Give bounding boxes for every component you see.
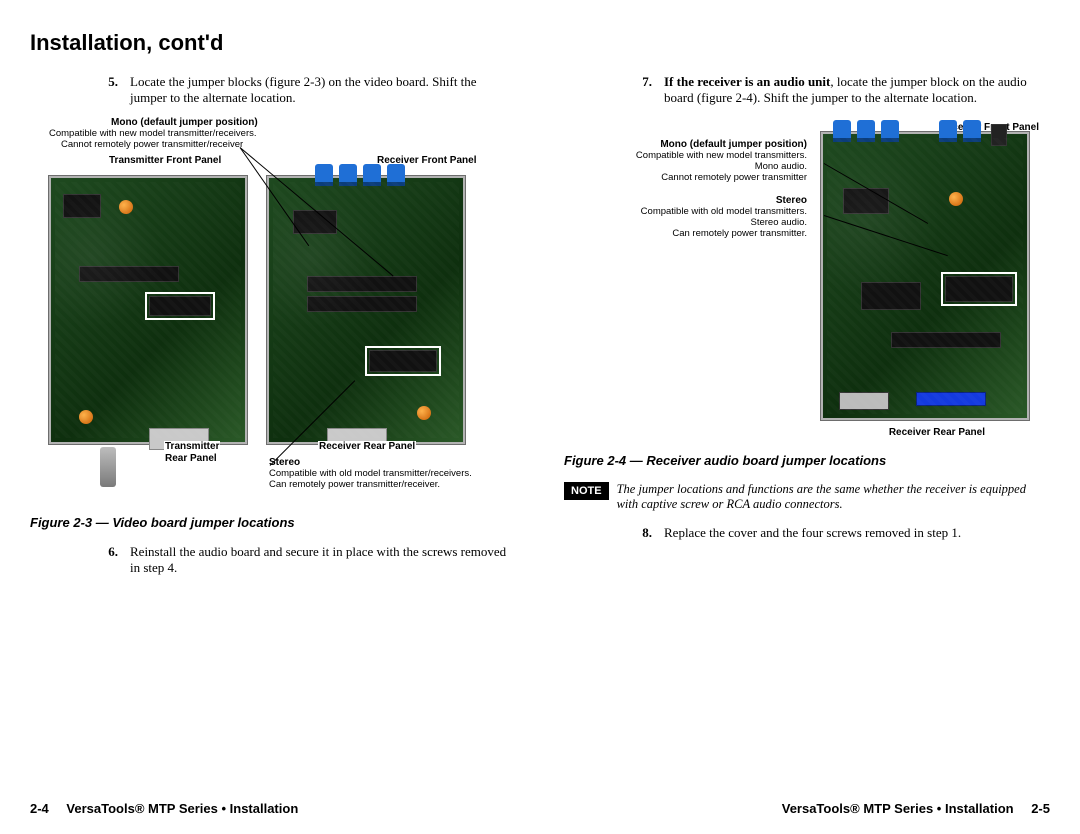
label-mono-title: Mono (default jumper position) (110, 117, 259, 128)
label-rx-rear: Receiver Rear Panel (318, 441, 416, 452)
step-7: 7. If the receiver is an audio unit, loc… (564, 74, 1050, 107)
footer-title-right: VersaTools® MTP Series • Installation (782, 801, 1014, 816)
left-column: 5. Locate the jumper blocks (figure 2-3)… (30, 74, 516, 586)
note-text: The jumper locations and functions are t… (617, 482, 1050, 513)
label-stereo-title: Stereo (775, 195, 808, 206)
page-number-left: 2-4 (30, 801, 49, 816)
label-stereo-line2: Can remotely power transmitter/receiver. (268, 480, 441, 490)
note-block: NOTE The jumper locations and functions … (564, 482, 1050, 513)
step-5: 5. Locate the jumper blocks (figure 2-3)… (30, 74, 516, 107)
label-mono-line3: Cannot remotely power transmitter (660, 173, 808, 183)
receiver-pcb (266, 175, 466, 445)
step-text: Replace the cover and the four screws re… (664, 525, 1050, 541)
step-text: If the receiver is an audio unit, locate… (664, 74, 1050, 107)
label-tx-rear2: Rear Panel (164, 453, 218, 464)
receiver-audio-pcb (820, 131, 1030, 421)
figure-2-4-caption: Figure 2-4 — Receiver audio board jumper… (564, 453, 1050, 468)
label-stereo-line2: Stereo audio. (749, 218, 808, 228)
figure-2-4: Receiver Front Panel Mono (default jumpe… (564, 117, 1050, 447)
step-number: 5. (98, 74, 118, 107)
step-8: 8. Replace the cover and the four screws… (564, 525, 1050, 541)
section-heading: Installation, cont'd (30, 30, 1050, 56)
step-number: 8. (632, 525, 652, 541)
right-column: 7. If the receiver is an audio unit, loc… (564, 74, 1050, 586)
label-mono-line1: Compatible with new model transmitter/re… (48, 129, 258, 139)
label-mono-line2: Cannot remotely power transmitter/receiv… (60, 140, 244, 150)
label-tx-front: Transmitter Front Panel (108, 155, 222, 166)
footer-title-left: VersaTools® MTP Series • Installation (66, 801, 298, 816)
step-7-lead: If the receiver is an audio unit (664, 74, 830, 89)
footer-left: 2-4 VersaTools® MTP Series • Installatio… (30, 801, 298, 816)
figure-2-3: Mono (default jumper position) Compatibl… (30, 117, 516, 509)
label-mono-line1: Compatible with new model transmitters. (635, 151, 808, 161)
figure-2-3-caption: Figure 2-3 — Video board jumper location… (30, 515, 516, 530)
page-footer: 2-4 VersaTools® MTP Series • Installatio… (30, 801, 1050, 816)
label-rx-rear: Receiver Rear Panel (888, 427, 986, 438)
transmitter-pcb (48, 175, 248, 445)
step-6: 6. Reinstall the audio board and secure … (30, 544, 516, 577)
step-number: 7. (632, 74, 652, 107)
note-badge: NOTE (564, 482, 609, 500)
label-tx-rear1: Transmitter (164, 441, 220, 452)
label-mono-title: Mono (default jumper position) (659, 139, 808, 150)
step-text: Locate the jumper blocks (figure 2-3) on… (130, 74, 516, 107)
two-column-layout: 5. Locate the jumper blocks (figure 2-3)… (30, 74, 1050, 586)
footer-right: VersaTools® MTP Series • Installation 2-… (782, 801, 1050, 816)
label-stereo-line1: Compatible with old model transmitters. (640, 207, 808, 217)
page-number-right: 2-5 (1031, 801, 1050, 816)
step-text: Reinstall the audio board and secure it … (130, 544, 516, 577)
label-mono-line2: Mono audio. (754, 162, 808, 172)
label-stereo-line1: Compatible with old model transmitter/re… (268, 469, 473, 479)
step-number: 6. (98, 544, 118, 577)
bnc-connector-icon (100, 447, 116, 487)
label-stereo-line3: Can remotely power transmitter. (671, 229, 808, 239)
